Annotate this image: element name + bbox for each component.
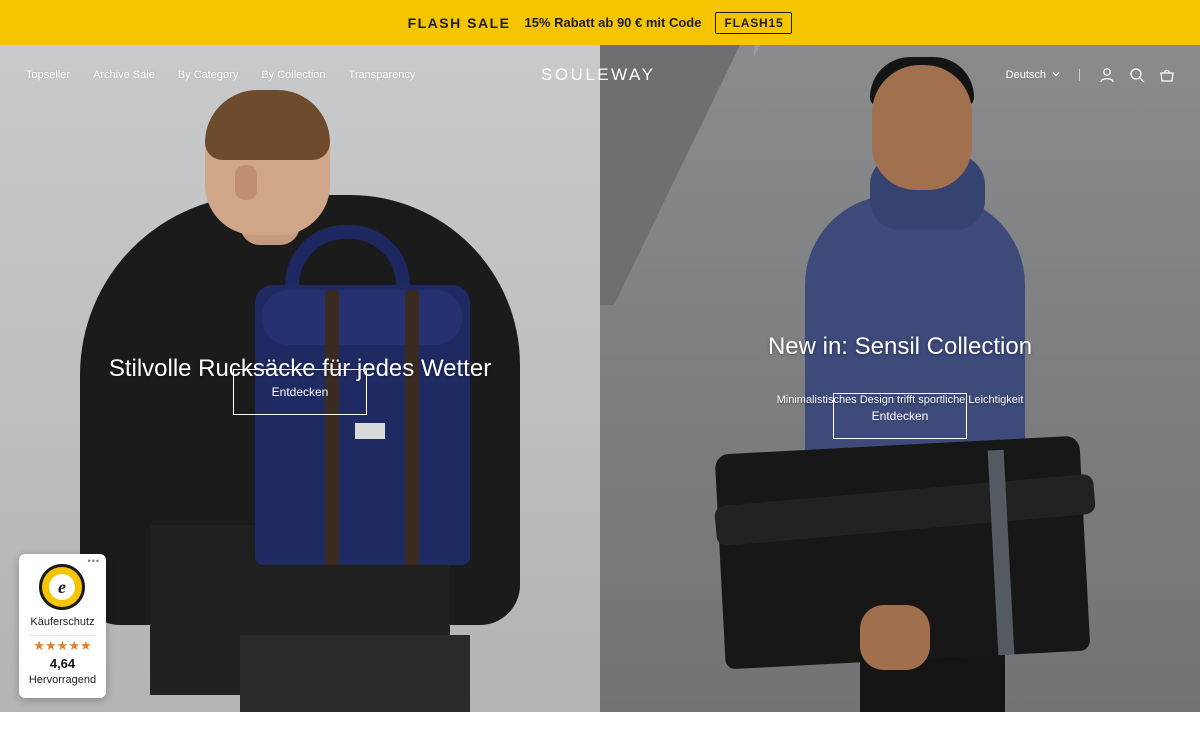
trusted-shops-seal-icon: e — [39, 564, 85, 610]
hero-right-headline: New in: Sensil Collection — [767, 333, 1033, 360]
announcement-bar: FLASH SALE 15% Rabatt ab 90 € mit Code F… — [0, 0, 1200, 45]
flash-sale-label: FLASH SALE — [407, 14, 511, 31]
badge-divider — [29, 635, 96, 636]
buyer-protection-label: Käuferschutz — [30, 616, 95, 628]
rating-score: 4,64 — [49, 656, 76, 671]
main-nav: Topseller Archive Sale By Category By Co… — [26, 69, 415, 81]
promo-text: 15% Rabatt ab 90 € mit Code — [524, 15, 702, 30]
discover-sensil-button[interactable]: Entdecken — [833, 393, 967, 439]
nav-item-by-collection[interactable]: By Collection — [261, 69, 325, 81]
nav-item-topseller[interactable]: Topseller — [26, 69, 70, 81]
hero-panel-sensil[interactable] — [600, 45, 1200, 712]
rating-stars-icon: ★★★★★ — [33, 638, 92, 653]
site-header: Topseller Archive Sale By Category By Co… — [0, 45, 1200, 105]
rating-label: Hervorragend — [28, 674, 97, 686]
trust-badge[interactable]: ••• e Käuferschutz ★★★★★ 4,64 Hervorrage… — [19, 554, 106, 698]
nav-item-transparency[interactable]: Transparency — [349, 69, 416, 81]
cart-icon[interactable] — [1158, 66, 1176, 84]
more-icon[interactable]: ••• — [88, 556, 100, 566]
language-selector[interactable]: Deutsch — [1006, 69, 1061, 82]
header-tools: Deutsch — [1006, 63, 1176, 87]
search-icon[interactable] — [1128, 66, 1146, 84]
promo-code[interactable]: FLASH15 — [715, 11, 793, 34]
seal-letter: e — [49, 574, 75, 600]
chevron-down-icon — [1051, 69, 1061, 82]
header-divider — [1079, 69, 1080, 81]
nav-item-archive-sale[interactable]: Archive Sale — [93, 69, 155, 81]
discover-backpacks-button[interactable]: Entdecken — [233, 369, 367, 415]
language-label: Deutsch — [1005, 69, 1046, 81]
account-icon[interactable] — [1098, 66, 1116, 84]
site-logo[interactable]: SOULEWAY — [541, 65, 655, 85]
nav-item-by-category[interactable]: By Category — [178, 69, 239, 81]
